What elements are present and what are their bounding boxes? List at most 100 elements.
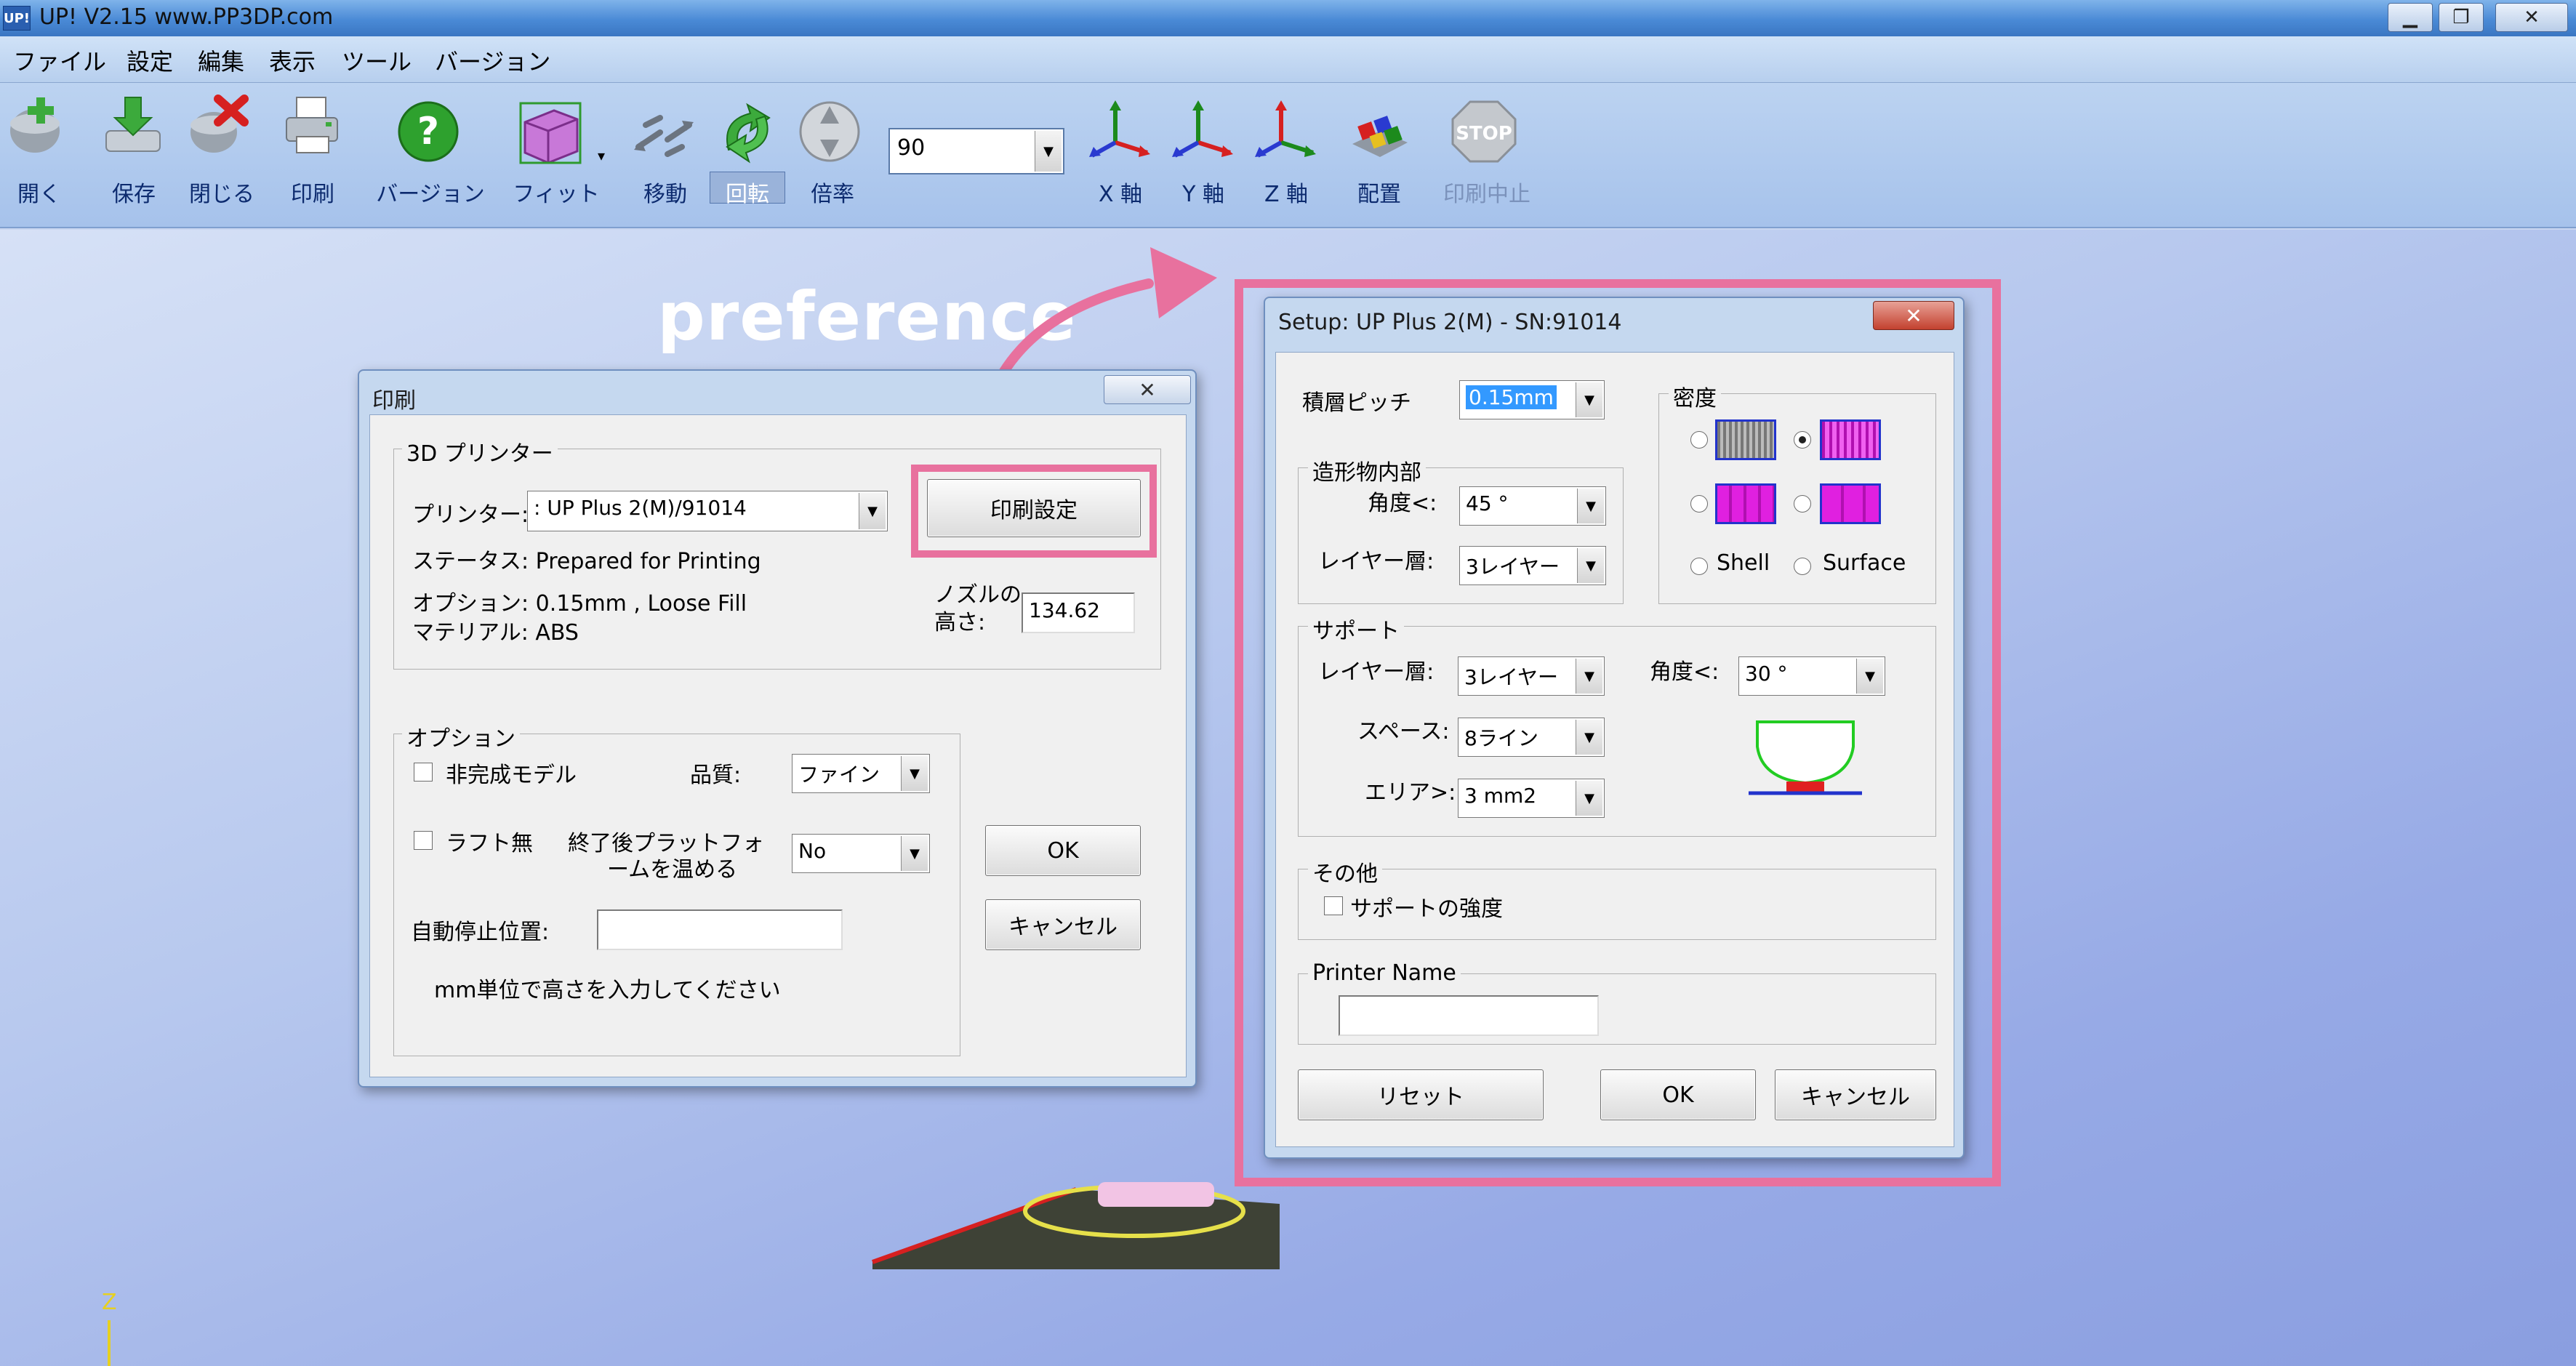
scale-button[interactable] (797, 99, 862, 167)
ok-button[interactable]: OK (985, 825, 1141, 876)
stop-print-button[interactable]: STOP (1451, 99, 1517, 167)
setup-dialog: Setup: UP Plus 2(M) - SN:91014 ✕ 積層ピッチ 0… (1264, 297, 1965, 1159)
arrange-label: 配置 (1357, 182, 1401, 207)
chevron-down-icon[interactable]: ▼ (1576, 781, 1602, 816)
quality-select[interactable]: ファイン ▼ (792, 754, 930, 793)
menu-edit[interactable]: 編集 (198, 44, 244, 77)
menu-view[interactable]: 表示 (269, 44, 316, 77)
printer-name-group-label: Printer Name (1308, 960, 1461, 986)
help-icon: ? (398, 101, 459, 162)
density-option-1-swatch[interactable] (1715, 419, 1776, 460)
y-axis-icon (1172, 100, 1233, 158)
toolbar: 開く 保存 閉じる 印刷 ? バージョン ▾ フィット 移動 回転 倍率 90 … (0, 83, 2576, 228)
app-icon: UP! (3, 6, 31, 31)
save-label: 保存 (112, 182, 156, 207)
support-area-label: エリア>: (1365, 780, 1456, 805)
menu-file[interactable]: ファイル (13, 44, 106, 77)
incomplete-model-checkbox[interactable] (414, 763, 433, 782)
close-file-button[interactable] (185, 93, 250, 161)
auto-stop-field[interactable] (597, 909, 843, 950)
chevron-down-icon[interactable]: ▼ (1576, 720, 1602, 755)
open-button[interactable] (6, 93, 71, 161)
setup-ok-button[interactable]: OK (1600, 1069, 1756, 1120)
other-group-label: その他 (1308, 856, 1382, 888)
status-text: ステータス: Prepared for Printing (412, 549, 761, 574)
support-group-label: サポート (1308, 613, 1404, 645)
density-option-1-radio[interactable] (1690, 431, 1708, 449)
build-platform (871, 1182, 1280, 1269)
density-surface-radio[interactable] (1794, 558, 1811, 575)
setup-cancel-button[interactable]: キャンセル (1775, 1069, 1936, 1120)
scale-factor-combo[interactable]: 90 ▼ (888, 128, 1064, 174)
reset-button[interactable]: リセット (1298, 1069, 1544, 1120)
heat-platform-select[interactable]: No ▼ (792, 834, 930, 873)
rotate-button[interactable] (714, 99, 779, 167)
print-dialog-close-button[interactable]: ✕ (1104, 375, 1191, 404)
density-option-4-radio[interactable] (1794, 495, 1811, 513)
printer-name-field[interactable] (1339, 995, 1599, 1036)
density-option-3-radio[interactable] (1690, 495, 1708, 513)
interior-layers-select[interactable]: 3レイヤー ▼ (1459, 546, 1606, 585)
chevron-down-icon[interactable]: ▼ (1577, 548, 1604, 583)
fit-icon (519, 102, 582, 164)
open-icon (10, 97, 60, 153)
nozzle-height-field[interactable]: 134.62 (1022, 592, 1135, 633)
density-option-2-swatch[interactable] (1820, 419, 1881, 460)
save-button[interactable] (100, 93, 166, 161)
version-button[interactable]: ? (396, 99, 461, 167)
arrange-button[interactable] (1347, 102, 1412, 170)
support-area-select[interactable]: 3 mm2 ▼ (1458, 779, 1605, 818)
support-angle-select[interactable]: 30 ° ▼ (1738, 656, 1885, 696)
z-axis-button[interactable] (1252, 99, 1317, 167)
cancel-button[interactable]: キャンセル (985, 899, 1141, 950)
z-axis-label: Z 軸 (1264, 182, 1309, 207)
move-button[interactable] (631, 103, 697, 172)
chevron-down-icon[interactable]: ▼ (901, 836, 928, 871)
support-space-select[interactable]: 8ライン ▼ (1458, 718, 1605, 757)
density-shell-radio[interactable] (1690, 558, 1708, 575)
chevron-down-icon[interactable]: ▼ (859, 493, 886, 529)
layer-pitch-select[interactable]: 0.15mm ▼ (1459, 380, 1605, 419)
restore-button[interactable]: ❐ (2439, 3, 2484, 32)
move-icon (634, 115, 694, 157)
menu-tools[interactable]: ツール (342, 44, 412, 77)
print-label: 印刷 (291, 182, 334, 207)
density-option-2-radio[interactable] (1794, 431, 1811, 449)
interior-angle-select[interactable]: 45 ° ▼ (1459, 486, 1606, 526)
chevron-down-icon[interactable]: ▼ (1856, 659, 1883, 694)
support-layers-select[interactable]: 3レイヤー ▼ (1458, 656, 1605, 696)
layer-pitch-label: 積層ピッチ (1302, 390, 1411, 416)
close-file-label: 閉じる (189, 182, 254, 207)
scale-factor-value: 90 (897, 135, 926, 161)
print-button[interactable] (281, 93, 346, 161)
axis-indicator-label: Z (102, 1290, 117, 1315)
chevron-down-icon[interactable]: ▼ (1576, 659, 1602, 694)
menu-settings[interactable]: 設定 (127, 44, 173, 77)
rotate-icon (726, 103, 771, 164)
window-close-button[interactable]: ✕ (2495, 3, 2568, 32)
heat-platform-label-2: ームを温める (607, 857, 738, 883)
print-settings-button[interactable]: 印刷設定 (927, 479, 1141, 537)
chevron-down-icon[interactable]: ▼ (1035, 131, 1062, 172)
density-option-4-swatch[interactable] (1820, 483, 1881, 524)
move-label: 移動 (643, 182, 687, 207)
options-summary: オプション: 0.15mm , Loose Fill (412, 591, 747, 616)
chevron-down-icon[interactable]: ▼ (901, 756, 928, 791)
setup-dialog-close-button[interactable]: ✕ (1873, 301, 1954, 330)
density-option-3-swatch[interactable] (1715, 483, 1776, 524)
fit-dropdown-icon[interactable]: ▾ (598, 147, 605, 164)
chevron-down-icon[interactable]: ▼ (1577, 489, 1604, 523)
fit-button[interactable] (518, 100, 583, 169)
close-icon: ✕ (1905, 303, 1922, 328)
x-axis-button[interactable] (1086, 99, 1152, 167)
y-axis-button[interactable] (1169, 99, 1235, 167)
minimize-button[interactable]: ▁ (2388, 3, 2433, 32)
no-raft-checkbox[interactable] (414, 831, 433, 850)
interior-angle-value: 45 ° (1466, 491, 1509, 515)
support-strength-checkbox[interactable] (1324, 896, 1343, 915)
close-icon: ✕ (1139, 377, 1156, 402)
menu-version[interactable]: バージョン (435, 44, 550, 77)
printer-select[interactable]: : UP Plus 2(M)/91014 ▼ (527, 491, 888, 531)
support-angle-value: 30 ° (1745, 662, 1788, 686)
chevron-down-icon[interactable]: ▼ (1576, 382, 1602, 417)
